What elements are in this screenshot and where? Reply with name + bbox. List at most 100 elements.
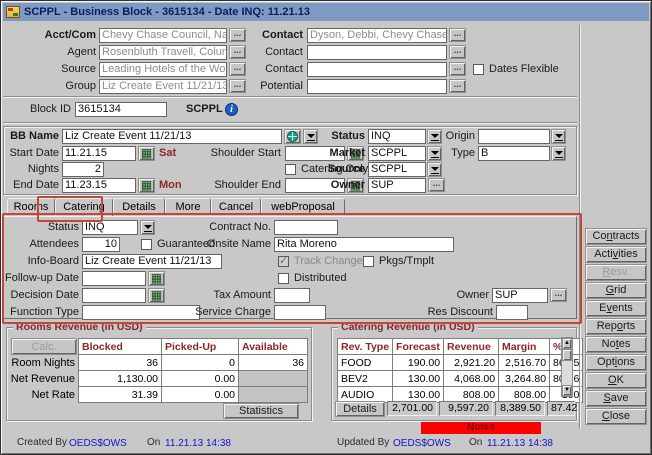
tab-strip: Rooms Catering Details More Cancel webPr…: [7, 198, 345, 217]
side-button-events[interactable]: Events: [585, 300, 647, 317]
start-date-field[interactable]: 11.21.15: [62, 146, 136, 161]
tax-amount-field[interactable]: [274, 288, 310, 303]
contact3-field[interactable]: [307, 62, 447, 77]
contact1-browse-icon[interactable]: [449, 28, 466, 42]
contract-no-label: Contract No.: [191, 220, 271, 235]
group-field[interactable]: Liz Create Event 11/21/13: [99, 79, 227, 94]
contact1-field[interactable]: Dyson, Debbi, Chevy Chase, 1800-123-: [307, 28, 447, 43]
cat-owner-label: Owner: [447, 288, 489, 303]
start-date-calendar-icon[interactable]: [138, 146, 155, 161]
tab-catering[interactable]: Catering: [55, 198, 113, 217]
info-board-field[interactable]: Liz Create Event 11/21/13: [82, 254, 222, 269]
cell: 0: [162, 355, 239, 371]
bb-name-label: BB Name: [3, 129, 59, 144]
cat-status-dropdown-icon[interactable]: [140, 220, 155, 235]
contact2-field[interactable]: [307, 45, 447, 60]
potential-label: Potential: [251, 79, 303, 94]
acctcom-field[interactable]: Chevy Chase Council, Naples,: [99, 28, 227, 43]
nights-field[interactable]: 2: [62, 162, 104, 177]
divider: [579, 25, 581, 429]
shoulder-start-label: Shoulder Start: [197, 146, 281, 161]
side-button-ok[interactable]: OK: [585, 372, 647, 389]
side-button-reports[interactable]: Reports: [585, 318, 647, 335]
guaranteed-checkbox[interactable]: [141, 239, 152, 250]
translate-globe-icon[interactable]: [284, 129, 301, 144]
market-field[interactable]: SCPPL: [368, 146, 426, 161]
onsite-name-field[interactable]: Rita Moreno: [274, 237, 454, 252]
group-browse-icon[interactable]: [229, 79, 246, 93]
total-percent: 87.42: [547, 401, 575, 416]
distributed-checkbox[interactable]: [278, 273, 289, 284]
scroll-up-icon[interactable]: ▲: [562, 338, 572, 349]
table-row: 36 0 36: [79, 355, 308, 371]
tab-details[interactable]: Details: [113, 198, 165, 215]
info-board-label: Info-Board: [3, 254, 79, 269]
owner-browse-icon[interactable]: [428, 178, 445, 192]
decision-date-field[interactable]: [82, 288, 146, 303]
status-label: Status: [319, 129, 365, 144]
agent-browse-icon[interactable]: [229, 45, 246, 59]
source-browse-icon[interactable]: [229, 62, 246, 76]
distributed-label: Distributed: [294, 272, 347, 285]
source-code-field[interactable]: SCPPL: [368, 162, 426, 177]
scroll-down-icon[interactable]: ▼: [562, 385, 572, 396]
side-button-contracts[interactable]: Contracts: [585, 228, 647, 245]
side-button-save[interactable]: Save: [585, 390, 647, 407]
scroll-thumb[interactable]: [562, 349, 572, 361]
cat-owner-browse-icon[interactable]: [550, 288, 567, 302]
potential-field[interactable]: [307, 79, 447, 94]
owner-field[interactable]: SUP: [368, 178, 426, 193]
contact2-browse-icon[interactable]: [449, 45, 466, 59]
cell: 130.00: [393, 371, 444, 387]
type-field[interactable]: B: [478, 146, 550, 161]
pkgs-tmplt-label: Pkgs/Tmplt: [379, 255, 434, 268]
side-button-activities[interactable]: Activities: [585, 246, 647, 263]
tab-webproposal[interactable]: webProposal: [261, 198, 345, 215]
service-charge-label: Service Charge: [191, 305, 271, 320]
table-row: BEV2 130.00 4,068.00 3,264.80 80.26: [338, 371, 583, 387]
service-charge-field[interactable]: [274, 305, 326, 320]
agent-field[interactable]: Rosenbluth Travell, Columbia, 1800-r: [99, 45, 227, 60]
cat-status-field[interactable]: INQ: [82, 220, 138, 235]
res-discount-field[interactable]: [496, 305, 528, 320]
potential-browse-icon[interactable]: [449, 79, 466, 93]
attendees-field[interactable]: 10: [82, 237, 120, 252]
contract-no-field[interactable]: [274, 220, 338, 235]
catering-table-scrollbar[interactable]: ▲ ▼: [561, 337, 573, 397]
contact2-label: Contact: [251, 45, 303, 60]
created-by-label: Created By: [17, 437, 67, 448]
statistics-button[interactable]: Statistics: [223, 403, 299, 419]
source-dropdown-icon[interactable]: [427, 162, 442, 177]
total-revenue: 9,597.20: [439, 401, 493, 416]
cell: 0.00: [162, 371, 239, 387]
origin-field[interactable]: [478, 129, 550, 144]
function-type-field[interactable]: [82, 305, 200, 320]
tab-more[interactable]: More: [165, 198, 211, 215]
type-dropdown-icon[interactable]: [551, 146, 566, 161]
followup-calendar-icon[interactable]: [148, 271, 165, 286]
side-button-notes[interactable]: Notes: [585, 336, 647, 353]
catering-only-checkbox[interactable]: [285, 164, 296, 175]
cat-owner-field[interactable]: SUP: [492, 288, 548, 303]
status-field[interactable]: INQ: [368, 129, 426, 144]
source-field[interactable]: Leading Hotels of the World, Naples,: [99, 62, 227, 77]
tab-rooms[interactable]: Rooms: [7, 198, 55, 215]
details-button[interactable]: Details: [335, 401, 385, 417]
tab-cancel[interactable]: Cancel: [211, 198, 261, 215]
info-icon[interactable]: [225, 103, 238, 116]
end-date-calendar-icon[interactable]: [138, 178, 155, 193]
bb-name-field[interactable]: Liz Create Event 11/21/13: [62, 129, 282, 144]
bb-name-dropdown-icon[interactable]: [303, 129, 318, 144]
followup-date-field[interactable]: [82, 271, 146, 286]
contact3-browse-icon[interactable]: [449, 62, 466, 76]
pkgs-tmplt-checkbox[interactable]: [363, 256, 374, 267]
end-date-field[interactable]: 11.23.15: [62, 178, 136, 193]
origin-dropdown-icon[interactable]: [551, 129, 566, 144]
side-button-close[interactable]: Close: [585, 408, 647, 425]
dates-flexible-checkbox[interactable]: [473, 64, 484, 75]
side-button-options[interactable]: Options: [585, 354, 647, 371]
acctcom-browse-icon[interactable]: [229, 28, 246, 42]
divider: [3, 96, 577, 98]
side-button-grid[interactable]: Grid: [585, 282, 647, 299]
decision-calendar-icon[interactable]: [148, 288, 165, 303]
